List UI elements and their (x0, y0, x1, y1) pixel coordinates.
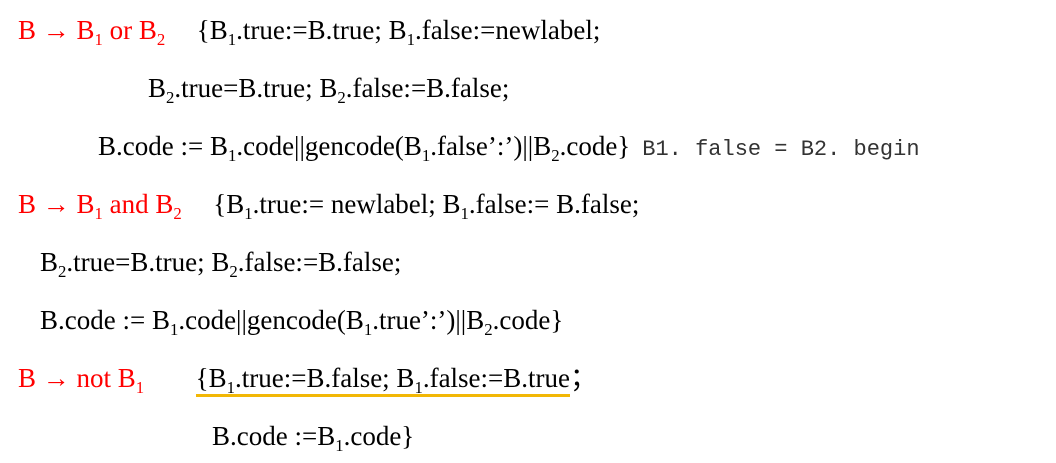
not-production: B → not B1 (18, 363, 145, 397)
or-code-rule: B.code := B1.code||gencode(B1.false’:’)|… (98, 131, 631, 165)
and-semantic-line2: B2.true=B.true; B2.false:=B.false; (40, 247, 402, 281)
annotation-note: B1. false = B2. begin (642, 137, 920, 162)
not-production-line: B → not B1 {B1.true:=B.false; B1.false:=… (18, 362, 598, 397)
highlighted-semantic-rule: {B1.true:=B.false; B1.false:=B.true (195, 363, 571, 397)
semicolon: ； (570, 363, 598, 393)
or-production-line: B → B1 or B2 {B1.true:=B.true; B1.false:… (18, 14, 601, 49)
and-production: B → B1 and B2 (18, 189, 182, 223)
or-semantic-line2: B2.true=B.true; B2.false:=B.false; (148, 73, 510, 107)
or-production: B → B1 or B2 (18, 15, 166, 49)
and-semantic-line3: B.code := B1.code||gencode(B1.true’:’)||… (40, 305, 564, 339)
and-production-line: B → B1 and B2 {B1.true:= newlabel; B1.fa… (18, 188, 640, 223)
and-semantic-line1: {B1.true:= newlabel; B1.false:= B.false; (213, 189, 640, 223)
or-semantic-line1: {B1.true:=B.true; B1.false:=newlabel; (196, 15, 601, 49)
or-semantic-line3: B.code := B1.code||gencode(B1.false’:’)|… (98, 130, 920, 166)
not-semantic-line2: B.code :=B1.code} (212, 421, 415, 455)
